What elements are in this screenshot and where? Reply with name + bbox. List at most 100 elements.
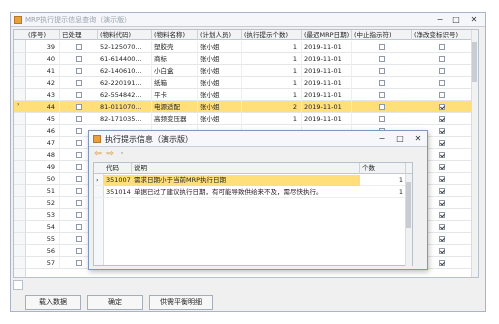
back-arrow-icon[interactable]: ⇦: [93, 149, 103, 159]
grid-column-header[interactable]: 已处理: [60, 30, 98, 40]
net-change-checkbox[interactable]: [439, 164, 445, 170]
processed-checkbox[interactable]: [76, 212, 82, 218]
grid-column-header[interactable]: (序号): [26, 30, 60, 40]
table-row[interactable]: 39 52-125070... 塑胶壳 张小姐 1 2019-11-01: [14, 41, 478, 53]
stop-flag-checkbox[interactable]: [379, 56, 385, 62]
processed-checkbox[interactable]: [76, 200, 82, 206]
stop-flag-checkbox[interactable]: [379, 104, 385, 110]
net-change-checkbox[interactable]: [439, 224, 445, 230]
grid-scrollbar[interactable]: [471, 30, 478, 277]
dialog-close-button[interactable]: ✕: [411, 133, 425, 145]
dialog-app-icon: [93, 135, 101, 143]
minimize-button[interactable]: −: [433, 14, 447, 25]
hint-row[interactable]: 351014 单据已过了建议执行日期，有可能导致供给来不及，需尽快执行。 1: [94, 187, 412, 198]
processed-checkbox[interactable]: [76, 224, 82, 230]
hint-scrollbar-thumb[interactable]: [406, 182, 411, 228]
net-change-checkbox[interactable]: [439, 92, 445, 98]
row-seq: 46: [26, 125, 60, 137]
stop-flag-checkbox[interactable]: [379, 80, 385, 86]
grid-column-header[interactable]: (净改变标识号): [412, 30, 472, 40]
processed-checkbox[interactable]: [76, 128, 82, 134]
processed-checkbox[interactable]: [76, 80, 82, 86]
planner-name: 张小姐: [198, 65, 242, 77]
processed-checkbox[interactable]: [76, 44, 82, 50]
row-seq: 45: [26, 113, 60, 125]
grid-column-header[interactable]: (物料代码): [98, 30, 152, 40]
table-row[interactable]: › 44 81-011070... 电源适配 张小姐 2 2019-11-01: [14, 101, 478, 113]
stop-flag-checkbox[interactable]: [379, 92, 385, 98]
toolbar-menu-icon[interactable]: ·: [117, 149, 127, 159]
table-row[interactable]: 41 62-140610... 小白盒 张小姐 1 2019-11-01: [14, 65, 478, 77]
net-change-checkbox[interactable]: [439, 140, 445, 146]
processed-checkbox[interactable]: [76, 104, 82, 110]
processed-checkbox[interactable]: [76, 152, 82, 158]
processed-checkbox[interactable]: [76, 236, 82, 242]
table-row[interactable]: 40 61-614400... 商标 张小姐 1 2019-11-01: [14, 53, 478, 65]
net-change-checkbox[interactable]: [439, 128, 445, 134]
confirm-button[interactable]: 确定: [87, 295, 143, 310]
row-seq: 51: [26, 185, 60, 197]
material-code: 52-125070...: [98, 41, 152, 53]
table-row[interactable]: 42 62-220191... 纸箱 张小姐 1 2019-11-01: [14, 77, 478, 89]
hint-scrollbar[interactable]: [405, 174, 412, 266]
maximize-button[interactable]: □: [449, 14, 463, 25]
processed-checkbox[interactable]: [76, 176, 82, 182]
net-change-checkbox[interactable]: [439, 188, 445, 194]
row-seq: 48: [26, 149, 60, 161]
processed-checkbox[interactable]: [76, 248, 82, 254]
grid-scrollbar-thumb[interactable]: [472, 42, 477, 82]
material-name: 塑胶壳: [152, 41, 198, 53]
current-row-indicator: ›: [17, 101, 20, 108]
close-button[interactable]: ✕: [467, 14, 481, 25]
stop-flag-checkbox[interactable]: [379, 116, 385, 122]
hint-col-desc[interactable]: 说明: [132, 163, 360, 174]
net-change-checkbox[interactable]: [439, 44, 445, 50]
processed-checkbox[interactable]: [76, 68, 82, 74]
dialog-title: 执行提示信息（演示版）: [105, 135, 193, 144]
net-change-checkbox[interactable]: [439, 248, 445, 254]
stop-flag-checkbox[interactable]: [379, 68, 385, 74]
material-code: 62-220191...: [98, 77, 152, 89]
hint-description: 需求日期小于当前MRP执行日期: [132, 175, 360, 186]
hint-col-count[interactable]: 个数: [360, 163, 406, 174]
hint-col-code[interactable]: 代码: [104, 163, 132, 174]
net-change-checkbox[interactable]: [439, 212, 445, 218]
processed-checkbox[interactable]: [76, 116, 82, 122]
net-change-checkbox[interactable]: [439, 236, 445, 242]
table-row[interactable]: 45 82-171035... 高频变压器 张小姐 1 2019-11-01: [14, 113, 478, 125]
processed-checkbox[interactable]: [76, 140, 82, 146]
load-data-button[interactable]: 载入数据: [25, 295, 81, 310]
row-seq: 50: [26, 173, 60, 185]
net-change-checkbox[interactable]: [439, 80, 445, 86]
grid-column-header[interactable]: (执行提示个数): [242, 30, 302, 40]
row-seq: 47: [26, 137, 60, 149]
processed-checkbox[interactable]: [76, 56, 82, 62]
net-change-checkbox[interactable]: [439, 68, 445, 74]
grid-column-header[interactable]: (中止指示符): [352, 30, 412, 40]
processed-checkbox[interactable]: [76, 260, 82, 266]
planner-name: 张小姐: [198, 101, 242, 113]
material-name: 小白盒: [152, 65, 198, 77]
stop-flag-checkbox[interactable]: [379, 44, 385, 50]
hint-row[interactable]: › 351007 需求日期小于当前MRP执行日期 1: [94, 175, 412, 186]
processed-checkbox[interactable]: [76, 164, 82, 170]
net-change-checkbox[interactable]: [439, 176, 445, 182]
processed-checkbox[interactable]: [76, 92, 82, 98]
dialog-maximize-button[interactable]: □: [393, 133, 407, 145]
net-change-checkbox[interactable]: [439, 152, 445, 158]
supply-demand-balance-button[interactable]: 供需平衡明细: [149, 295, 213, 310]
grid-column-header[interactable]: (物料名称): [152, 30, 198, 40]
net-change-checkbox[interactable]: [439, 56, 445, 62]
dialog-title-bar: 执行提示信息（演示版） − □ ✕: [89, 131, 427, 147]
net-change-checkbox[interactable]: [439, 116, 445, 122]
table-row[interactable]: 43 62-554842... 平卡 张小姐 1 2019-11-01: [14, 89, 478, 101]
forward-arrow-icon[interactable]: ⇨: [105, 149, 115, 159]
processed-checkbox[interactable]: [76, 188, 82, 194]
net-change-checkbox[interactable]: [439, 200, 445, 206]
net-change-checkbox[interactable]: [439, 260, 445, 266]
grid-column-header[interactable]: (最迟MRP日期): [302, 30, 352, 40]
dialog-minimize-button[interactable]: −: [375, 133, 389, 145]
grid-column-header[interactable]: (计划人员): [198, 30, 242, 40]
latest-mrp-date: 2019-11-01: [302, 77, 352, 89]
net-change-checkbox[interactable]: [439, 104, 445, 110]
